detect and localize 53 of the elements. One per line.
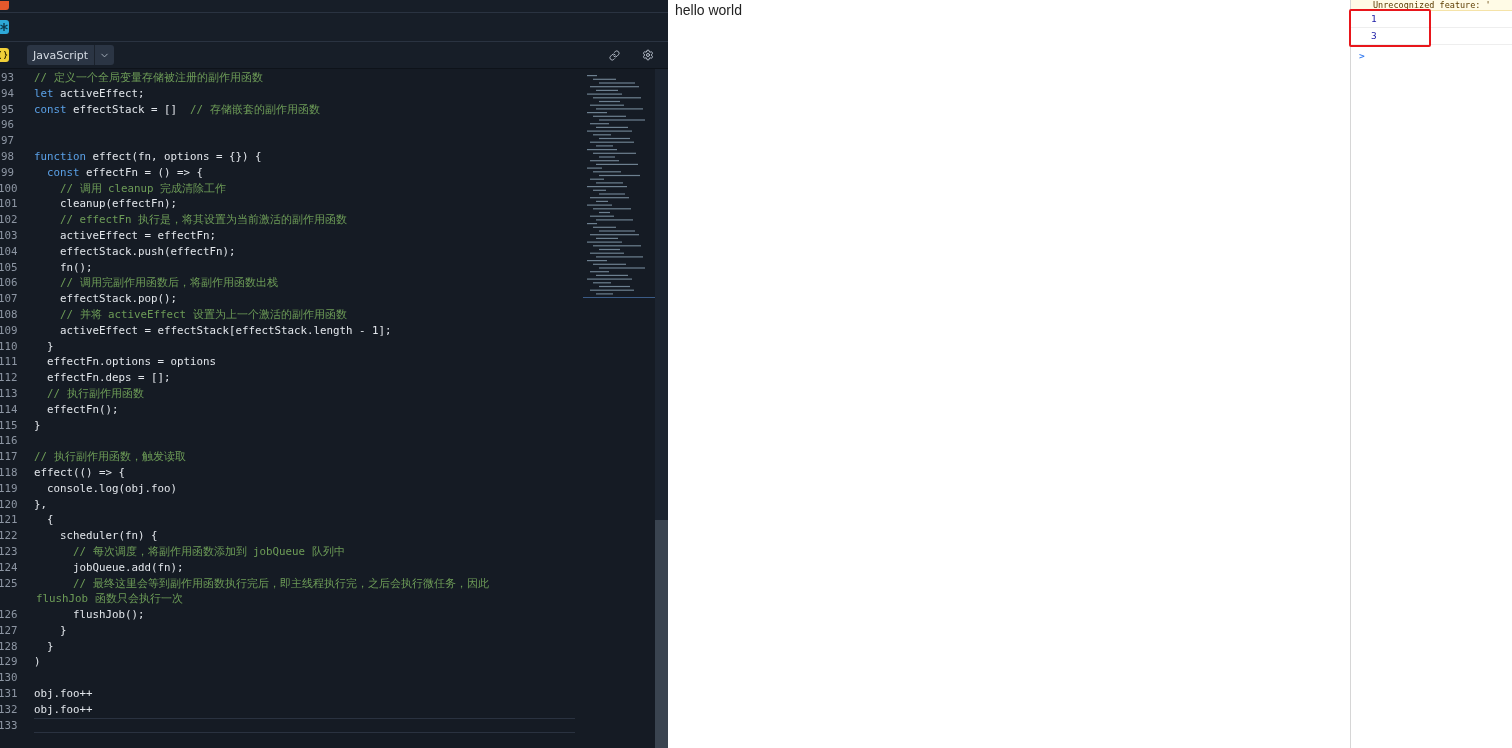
code-line: effectStack.pop();: [59, 291, 178, 307]
code-line: let activeEffect;: [34, 85, 146, 102]
code-line: }: [59, 622, 68, 639]
code-line: fn();: [59, 259, 94, 276]
language-select[interactable]: JavaScript: [27, 45, 115, 65]
code-line: // 调用 cleanup 完成清除工作: [59, 180, 227, 197]
console-prompt[interactable]: >: [1359, 50, 1365, 62]
code-line: {: [46, 512, 55, 529]
code-line: // 定义一个全局变量存储被注册的副作用函数: [34, 70, 264, 86]
link-icon[interactable]: [609, 49, 620, 61]
code-line: }: [34, 417, 42, 434]
code-line: ): [34, 654, 42, 671]
code-line: console.log(obj.foo): [46, 480, 178, 497]
code-line: }: [46, 638, 55, 655]
code-line: // 执行副作用函数: [46, 385, 145, 402]
code-line: flushJob 函数只会执行一次: [36, 591, 183, 608]
line-number: 99: [0, 164, 14, 181]
line-number: 98: [0, 149, 14, 165]
code-line: obj.foo++: [34, 701, 94, 718]
code-line: const effectFn = () => {: [46, 164, 205, 181]
console-warning: Unrecognized feature: ': [1351, 0, 1512, 11]
code-line: const effectStack = [] // 存储嵌套的副作用函数: [34, 101, 321, 118]
code-line: activeEffect = effectFn;: [59, 227, 217, 244]
line-number: 97: [0, 133, 14, 149]
line-number: 96: [0, 117, 14, 134]
line-number: 93: [0, 70, 14, 86]
code-line: effect(() => {: [34, 464, 126, 481]
code-line: activeEffect = effectStack[effectStack.length - 1];: [59, 322, 393, 339]
code-line: obj.foo++: [34, 686, 94, 702]
preview-text: hello world: [675, 2, 742, 18]
code-line: // 每次调度，将副作用函数添加到 jobQueue 队列中: [72, 543, 346, 560]
code-line: // effectFn 执行是，将其设置为当前激活的副作用函数: [59, 212, 348, 228]
code-line: flushJob();: [72, 607, 146, 623]
code-line: // 执行副作用函数，触发读取: [34, 449, 187, 465]
scrollbar-thumb[interactable]: [655, 520, 668, 748]
line-number: 95: [0, 101, 14, 118]
code-line: // 并将 activeEffect 设置为上一个激活的副作用函数: [59, 306, 348, 323]
line-number: 94: [0, 85, 14, 102]
code-line: function effect(fn, options = {}) {: [34, 149, 263, 165]
code-line: effectStack.push(effectFn);: [59, 243, 237, 260]
code-line: // 调用完副作用函数后，将副作用函数出栈: [59, 275, 279, 292]
code-line: effectFn();: [46, 401, 120, 418]
code-line: effectFn.deps = [];: [46, 370, 172, 386]
code-line: // 最终这里会等到副作用函数执行完后，即主线程执行完，之后会执行微任务，因此: [72, 575, 490, 592]
code-line: },: [34, 496, 48, 513]
settings-icon[interactable]: [642, 49, 654, 61]
console-log: 3: [1351, 28, 1512, 45]
code-line: effectFn.options = options: [46, 354, 217, 371]
console-log: 1: [1351, 11, 1512, 28]
code-line: }: [46, 338, 55, 355]
code-line: cleanup(effectFn);: [59, 196, 178, 213]
code-line: jobQueue.add(fn);: [72, 559, 185, 576]
code-line: scheduler(fn) {: [59, 528, 159, 544]
